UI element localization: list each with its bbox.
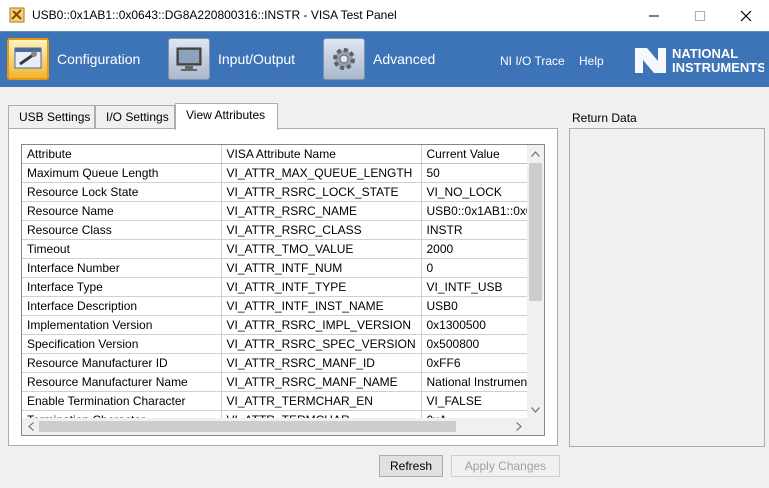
refresh-button[interactable]: Refresh [379,455,443,477]
advanced-button[interactable]: Advanced [323,36,435,82]
advanced-label: Advanced [373,51,436,67]
cell-visa-name: VI_ATTR_RSRC_MANF_NAME [221,372,422,392]
cell-visa-name: VI_ATTR_RSRC_NAME [221,201,422,221]
window-title: USB0::0x1AB1::0x0643::DG8A220800316::INS… [32,8,397,22]
cell-visa-name: VI_ATTR_RSRC_IMPL_VERSION [221,315,422,335]
cell-visa-name: VI_ATTR_RSRC_MANF_ID [221,353,422,373]
close-icon [740,10,752,21]
cell-visa-name: VI_ATTR_RSRC_LOCK_STATE [221,182,422,202]
cell-visa-name: VI_ATTR_INTF_NUM [221,258,422,278]
cell-visa-name: VI_ATTR_RSRC_CLASS [221,220,422,240]
cell-attribute: Specification Version [22,334,222,354]
return-data-label: Return Data [572,111,637,125]
cell-attribute: Interface Number [22,258,222,278]
title-bar: USB0::0x1AB1::0x0643::DG8A220800316::INS… [0,0,769,31]
input-output-label: Input/Output [218,51,296,67]
horizontal-scrollbar[interactable] [22,418,527,435]
cell-attribute: Resource Manufacturer ID [22,353,222,373]
ni-io-trace-link[interactable]: NI I/O Trace [500,54,565,68]
national-instruments-logo: NATIONAL INSTRUMENTS [632,41,766,79]
gear-icon [323,38,365,80]
monitor-icon [168,38,210,80]
cell-attribute: Resource Name [22,201,222,221]
cell-attribute: Resource Class [22,220,222,240]
cell-attribute: Resource Lock State [22,182,222,202]
apply-changes-button[interactable]: Apply Changes [451,455,560,477]
table-header-row: Attribute VISA Attribute Name Current Va… [22,145,544,164]
visa-app-icon [9,7,25,23]
cell-visa-name: VI_ATTR_TERMCHAR_EN [221,391,422,411]
vertical-scroll-thumb[interactable] [529,163,542,301]
table-row[interactable]: Resource Manufacturer Name VI_ATTR_RSRC_M… [22,372,544,392]
table-row[interactable]: Resource Lock State VI_ATTR_RSRC_LOCK_STA… [22,182,544,202]
column-header-visa-name[interactable]: VISA Attribute Name [221,145,422,164]
help-link[interactable]: Help [579,54,604,68]
minimize-button[interactable] [631,0,677,31]
tab-usb-settings[interactable]: USB Settings [8,105,95,128]
tab-io-settings[interactable]: I/O Settings [95,105,175,128]
table-row[interactable]: Resource Name VI_ATTR_RSRC_NAME USB0::0x1A… [22,201,544,221]
return-data-box [569,128,765,447]
cell-visa-name: VI_ATTR_MAX_QUEUE_LENGTH [221,163,422,183]
maximize-icon [695,10,705,21]
cell-visa-name: VI_ATTR_INTF_TYPE [221,277,422,297]
cell-attribute: Resource Manufacturer Name [22,372,222,392]
vertical-scrollbar[interactable] [527,145,544,418]
table-row[interactable]: Implementation Version VI_ATTR_RSRC_IMPL_… [22,315,544,335]
maximize-button[interactable] [677,0,723,31]
table-row[interactable]: Interface Description VI_ATTR_INTF_INST_N… [22,296,544,316]
close-button[interactable] [723,0,769,31]
table-row[interactable]: Interface Number VI_ATTR_INTF_NUM 0 [22,258,544,278]
logo-line-2: INSTRUMENTS [672,60,764,75]
scroll-right-arrow-icon[interactable] [510,418,527,435]
scrollbar-corner [527,418,544,435]
cell-visa-name: VI_ATTR_TMO_VALUE [221,239,422,259]
tab-view-attributes[interactable]: View Attributes [175,103,278,130]
horizontal-scroll-thumb[interactable] [39,421,456,432]
configuration-icon [7,38,49,80]
attribute-grid: Attribute VISA Attribute Name Current Va… [21,144,545,436]
logo-line-1: NATIONAL [672,46,738,61]
cell-attribute: Interface Description [22,296,222,316]
configuration-label: Configuration [57,51,141,67]
cell-attribute: Maximum Queue Length [22,163,222,183]
table-row[interactable]: Resource Class VI_ATTR_RSRC_CLASS INSTR [22,220,544,240]
scroll-up-arrow-icon[interactable] [527,145,544,162]
table-row[interactable]: Enable Termination Character VI_ATTR_TERM… [22,391,544,411]
configuration-button[interactable]: Configuration [7,36,140,82]
cell-attribute: Timeout [22,239,222,259]
minimize-icon [649,15,659,16]
table-row[interactable]: Resource Manufacturer ID VI_ATTR_RSRC_MAN… [22,353,544,373]
cell-attribute: Enable Termination Character [22,391,222,411]
table-row[interactable]: Timeout VI_ATTR_TMO_VALUE 2000 [22,239,544,259]
cell-visa-name: VI_ATTR_INTF_INST_NAME [221,296,422,316]
attribute-table: Attribute VISA Attribute Name Current Va… [22,145,544,430]
cell-attribute: Interface Type [22,277,222,297]
scroll-down-arrow-icon[interactable] [527,401,544,418]
column-header-attribute[interactable]: Attribute [22,145,222,164]
cell-visa-name: VI_ATTR_RSRC_SPEC_VERSION [221,334,422,354]
table-row[interactable]: Interface Type VI_ATTR_INTF_TYPE VI_INTF_U… [22,277,544,297]
input-output-button[interactable]: Input/Output [168,36,295,82]
cell-attribute: Implementation Version [22,315,222,335]
table-row[interactable]: Maximum Queue Length VI_ATTR_MAX_QUEUE_LE… [22,163,544,183]
main-toolbar: Configuration Input/Output Advanced NI I… [0,31,769,87]
table-row[interactable]: Specification Version VI_ATTR_RSRC_SPEC_V… [22,334,544,354]
scroll-left-arrow-icon[interactable] [22,418,39,435]
